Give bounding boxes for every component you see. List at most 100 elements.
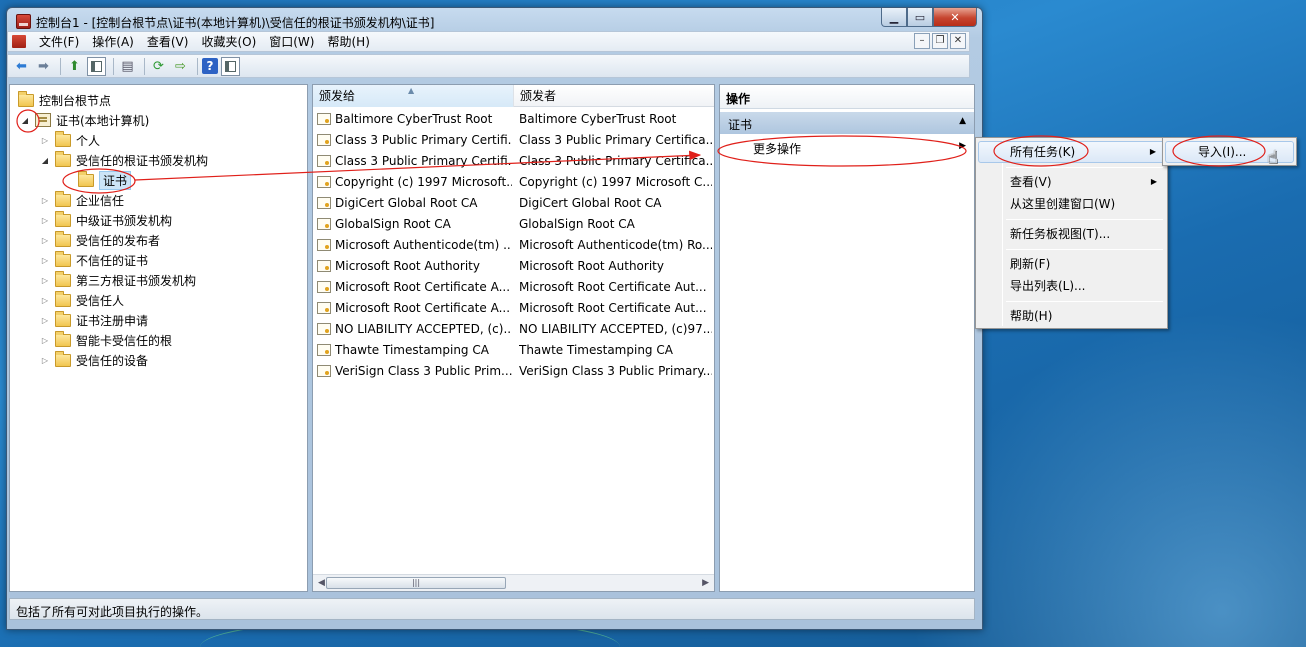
folder-icon [78, 170, 94, 187]
menu-item-new-taskpad[interactable]: 新任务板视图(T)... [978, 223, 1165, 245]
maximize-button[interactable]: ▭ [907, 8, 933, 27]
cell-issued-by: Microsoft Authenticode(tm) Ro... [519, 238, 712, 252]
export-list-icon[interactable]: ⇨ [171, 57, 190, 76]
tree-node-label: 控制台根节点 [39, 93, 112, 108]
expand-toggle-icon[interactable]: ▷ [40, 316, 50, 325]
action-group-header[interactable]: 证书 ▲ [720, 112, 974, 134]
expand-toggle-icon[interactable]: ◢ [40, 156, 50, 165]
tree-node-cert-store[interactable]: ◢ 证书(本地计算机) [20, 111, 149, 129]
copy-icon[interactable]: ▤ [118, 57, 137, 76]
table-row[interactable]: Microsoft Authenticode(tm) ... Microsoft … [313, 236, 714, 257]
menu-item-view[interactable]: 查看(V) ▶ [978, 171, 1165, 193]
expand-toggle-icon[interactable]: ◢ [20, 116, 30, 125]
tree-node-enterprise-trust[interactable]: ▷ 企业信任 [40, 190, 124, 209]
tree-node-intermediate-ca[interactable]: ▷ 中级证书颁发机构 [40, 210, 172, 229]
menu-item-label: 帮助(H) [1010, 309, 1053, 323]
tree-node-trusted-devices[interactable]: ▷ 受信任的设备 [40, 350, 148, 369]
menu-favorites[interactable]: 收藏夹(O) [196, 34, 261, 50]
horizontal-scrollbar[interactable]: ◀ ||| ▶ [313, 574, 714, 591]
table-row[interactable]: Microsoft Root Certificate A... Microsoft… [313, 278, 714, 299]
issued-to-text: Thawte Timestamping CA [335, 343, 489, 357]
up-folder-icon[interactable]: ⬆ [65, 57, 84, 76]
minimize-button[interactable]: ▁ [881, 8, 907, 27]
expand-toggle-icon[interactable]: ▷ [40, 336, 50, 345]
submenu-arrow-icon: ▶ [1150, 177, 1157, 186]
expand-toggle-icon[interactable]: ▷ [40, 276, 50, 285]
forward-arrow-icon[interactable]: ➡ [34, 57, 53, 76]
show-tree-icon[interactable] [87, 56, 106, 76]
help-icon[interactable]: ? [202, 58, 218, 74]
tree-node-personal[interactable]: ▷ 个人 [40, 130, 100, 149]
table-row[interactable]: Microsoft Root Authority Microsoft Root A… [313, 257, 714, 278]
column-label: 颁发者 [520, 89, 557, 103]
menu-window[interactable]: 窗口(W) [264, 34, 319, 50]
table-row[interactable]: VeriSign Class 3 Public Prim... VeriSign … [313, 362, 714, 383]
table-row[interactable]: GlobalSign Root CA GlobalSign Root CA [313, 215, 714, 236]
certificate-icon [317, 302, 331, 314]
child-close-button[interactable]: ✕ [950, 33, 966, 49]
menu-item-label: 导入(I)... [1198, 145, 1247, 159]
window-title: 控制台1 - [控制台根节点\证书(本地计算机)\受信任的根证书颁发机构\证书] [36, 16, 435, 30]
menu-item-new-window[interactable]: 从这里创建窗口(W) [978, 193, 1165, 215]
folder-icon [55, 330, 71, 347]
scrollbar-thumb[interactable]: ||| [326, 577, 506, 589]
table-row[interactable]: Baltimore CyberTrust Root Baltimore Cyber… [313, 110, 714, 131]
column-issued-by[interactable]: 颁发者 [514, 85, 714, 107]
menu-item-export-list[interactable]: 导出列表(L)... [978, 275, 1165, 297]
expand-toggle-icon[interactable]: ▷ [40, 196, 50, 205]
console-menu-icon[interactable] [12, 35, 26, 48]
menu-view[interactable]: 查看(V) [142, 34, 194, 50]
collapse-up-icon[interactable]: ▲ [959, 116, 966, 126]
menu-item-all-tasks[interactable]: 所有任务(K) ▶ [978, 141, 1165, 163]
expand-toggle-icon[interactable]: ▷ [40, 136, 50, 145]
column-issued-to[interactable]: ▲ 颁发给 [313, 85, 514, 107]
cell-issued-to: DigiCert Global Root CA [317, 196, 512, 210]
menu-action[interactable]: 操作(A) [87, 34, 139, 50]
action-pane-icon[interactable] [221, 56, 240, 76]
refresh-icon[interactable]: ⟳ [149, 57, 168, 76]
child-restore-button[interactable]: ❐ [932, 33, 948, 49]
certificate-icon [317, 113, 331, 125]
table-row[interactable]: Class 3 Public Primary Certifi... Class 3… [313, 131, 714, 152]
menu-file[interactable]: 文件(F) [34, 34, 84, 50]
cell-issued-to: VeriSign Class 3 Public Prim... [317, 364, 512, 378]
table-row[interactable]: Microsoft Root Certificate A... Microsoft… [313, 299, 714, 320]
back-arrow-icon[interactable]: ⬅ [12, 57, 31, 76]
table-row[interactable]: Copyright (c) 1997 Microsoft... Copyright… [313, 173, 714, 194]
table-row[interactable]: Class 3 Public Primary Certifi... Class 3… [313, 152, 714, 173]
more-actions-item[interactable]: 更多操作 ▶ [720, 137, 974, 159]
tree-node-untrusted[interactable]: ▷ 不信任的证书 [40, 250, 148, 269]
table-row[interactable]: NO LIABILITY ACCEPTED, (c)... NO LIABILIT… [313, 320, 714, 341]
expand-toggle-icon[interactable]: ▷ [40, 256, 50, 265]
tree-node-label: 证书 [99, 170, 132, 190]
expand-toggle-icon[interactable]: ▷ [40, 296, 50, 305]
tree-node-root[interactable]: 控制台根节点 [18, 90, 112, 109]
scroll-right-icon[interactable]: ▶ [702, 578, 709, 588]
scroll-left-icon[interactable]: ◀ [318, 578, 325, 588]
tree-node-trusted-root[interactable]: ◢ 受信任的根证书颁发机构 [40, 150, 208, 169]
table-row[interactable]: Thawte Timestamping CA Thawte Timestampin… [313, 341, 714, 362]
tree-node-smartcard-root[interactable]: ▷ 智能卡受信任的根 [40, 330, 172, 349]
issued-to-text: VeriSign Class 3 Public Prim... [335, 364, 512, 378]
mmc-app-icon[interactable] [16, 14, 31, 29]
folder-icon [55, 190, 71, 207]
tree-node-certificates[interactable]: 证书 [78, 170, 132, 190]
certificate-icon [317, 239, 331, 251]
table-row[interactable]: DigiCert Global Root CA DigiCert Global R… [313, 194, 714, 215]
tree-node-trusted-publishers[interactable]: ▷ 受信任的发布者 [40, 230, 160, 249]
close-button[interactable]: ✕ [933, 8, 977, 27]
expand-toggle-icon[interactable]: ▷ [40, 236, 50, 245]
tree-node-third-party-root[interactable]: ▷ 第三方根证书颁发机构 [40, 270, 197, 289]
tree-node-trusted-people[interactable]: ▷ 受信任人 [40, 290, 124, 309]
child-minimize-button[interactable]: – [914, 33, 930, 49]
cell-issued-to: Copyright (c) 1997 Microsoft... [317, 175, 512, 189]
tree-node-label: 第三方根证书颁发机构 [76, 273, 197, 288]
context-menu: 所有任务(K) ▶ 查看(V) ▶ 从这里创建窗口(W) 新任务板视图(T)..… [975, 137, 1168, 329]
menu-item-help[interactable]: 帮助(H) [978, 305, 1165, 327]
menu-help[interactable]: 帮助(H) [322, 34, 374, 50]
tree-node-enrollment-requests[interactable]: ▷ 证书注册申请 [40, 310, 148, 329]
expand-toggle-icon[interactable]: ▷ [40, 356, 50, 365]
menu-item-refresh[interactable]: 刷新(F) [978, 253, 1165, 275]
hand-cursor-icon: ☝ [1267, 147, 1278, 168]
expand-toggle-icon[interactable]: ▷ [40, 216, 50, 225]
